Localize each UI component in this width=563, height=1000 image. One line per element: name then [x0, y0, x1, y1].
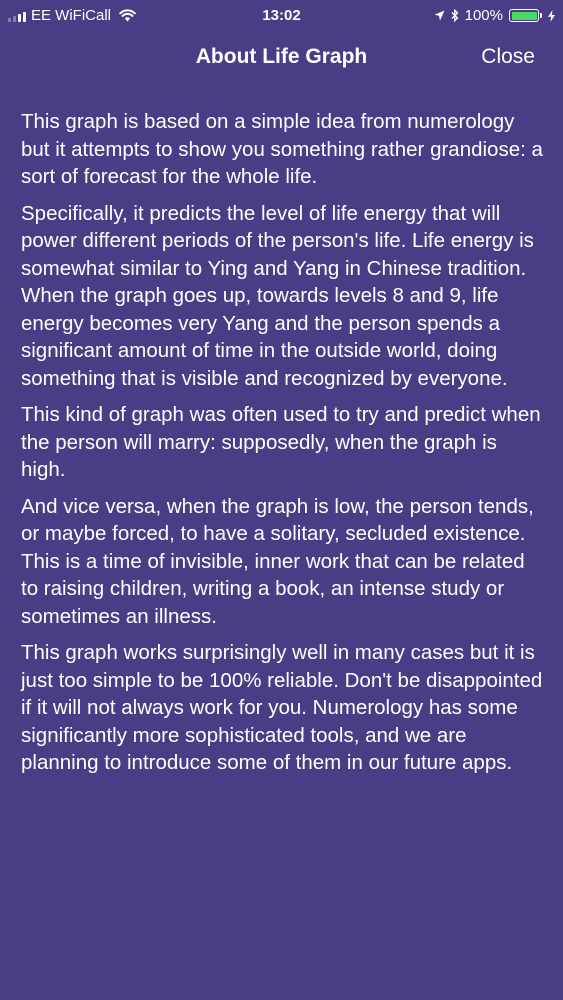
- battery-percent: 100%: [464, 7, 503, 24]
- page-title: About Life Graph: [195, 45, 368, 68]
- navigation-bar: About Life Graph Close: [0, 34, 563, 82]
- battery-level-fill: [511, 11, 537, 20]
- close-button[interactable]: Close: [481, 45, 535, 69]
- paragraph: And vice versa, when the graph is low, t…: [21, 494, 534, 628]
- location-icon: [434, 10, 445, 21]
- status-bar: EE WiFiCall 13:02 100%: [0, 0, 563, 32]
- charging-icon: [548, 9, 555, 22]
- paragraph: This graph is based on a simple idea fro…: [21, 110, 543, 188]
- bluetooth-icon: [451, 9, 459, 22]
- battery-icon: [509, 9, 542, 22]
- paragraph: This graph works surprisingly well in ma…: [21, 641, 543, 774]
- status-right: 100%: [434, 7, 555, 24]
- paragraph: Specifically, it predicts the level of l…: [21, 201, 534, 390]
- about-text-content: This graph is based on a simple idea fro…: [21, 108, 545, 786]
- paragraph: This kind of graph was often used to try…: [21, 403, 541, 481]
